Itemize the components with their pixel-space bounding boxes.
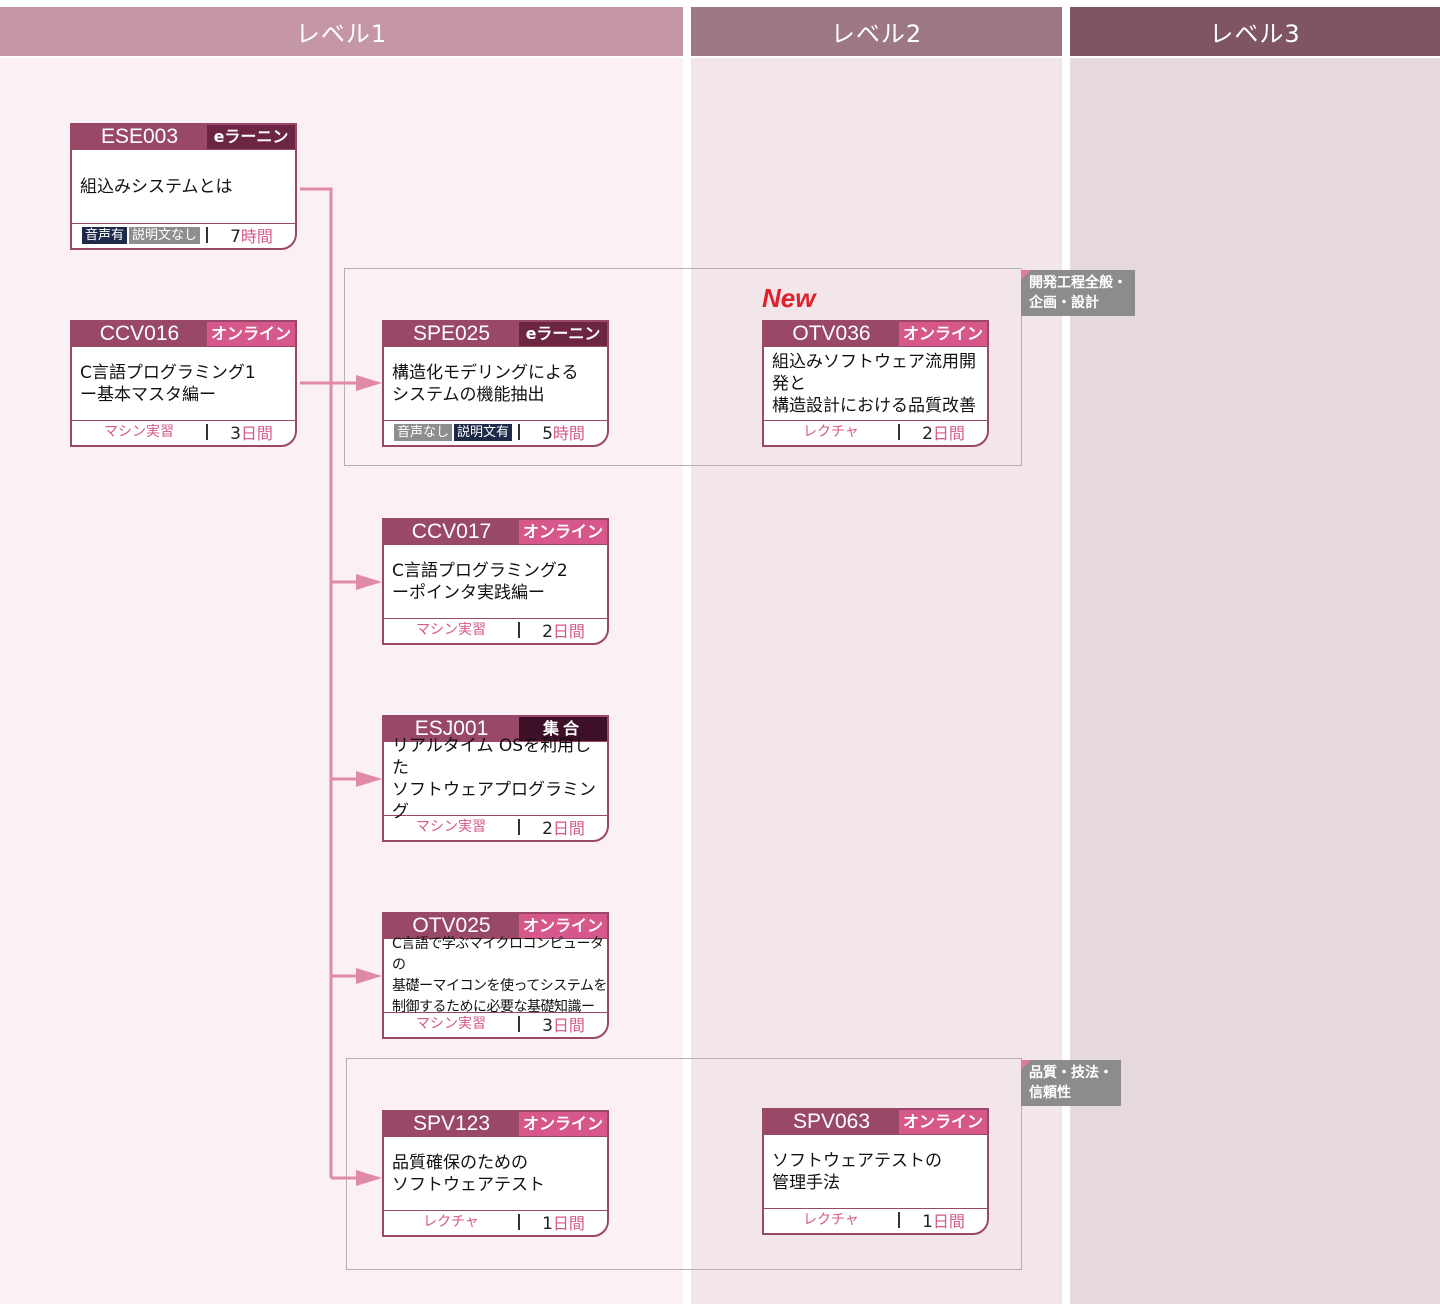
- course-format: オンライン: [899, 322, 987, 346]
- course-type: マシン実習: [72, 424, 208, 440]
- course-card-spv063[interactable]: SPV063 オンライン ソフトウェアテストの 管理手法 レクチャ 1日間: [762, 1108, 989, 1235]
- course-card-spv123[interactable]: SPV123 オンライン 品質確保のための ソフトウェアテスト レクチャ 1日間: [382, 1110, 609, 1237]
- course-title: ソフトウェアテストの 管理手法: [764, 1134, 987, 1209]
- course-code: SPV063: [764, 1110, 899, 1134]
- course-title: C言語プログラミング2 ーポインタ実践編ー: [384, 544, 607, 619]
- course-format: eラーニング: [207, 125, 295, 170]
- course-title-line1: 品質確保のための: [392, 1152, 528, 1173]
- course-type: マシン実習: [384, 1016, 520, 1032]
- course-card-spe025[interactable]: SPE025 eラーニング 構造化モデリングによる システムの機能抽出 音声なし 説明…: [382, 320, 609, 447]
- duration-value: 5: [542, 424, 553, 444]
- duration-unit: 日間: [552, 1016, 585, 1035]
- course-duration: 2日間: [520, 815, 607, 839]
- course-title-line1: 組込みソフトウェア流用開発と: [772, 351, 976, 394]
- arrowhead-otv025: [356, 968, 382, 984]
- course-format: オンライン: [207, 322, 295, 346]
- course-duration: 5時間: [520, 420, 607, 444]
- course-title: 組込みソフトウェア流用開発と 構造設計における品質改善: [764, 346, 987, 421]
- course-title-line1: C言語プログラミング1: [80, 362, 256, 383]
- course-title: C言語プログラミング1 ー基本マスタ編ー: [72, 346, 295, 421]
- duration-value: 2: [542, 819, 553, 839]
- course-code: CCV016: [72, 322, 207, 346]
- duration-value: 1: [922, 1212, 933, 1232]
- duration-value: 3: [230, 424, 241, 444]
- audio-info: 音声なし 説明文有: [384, 423, 518, 441]
- course-duration: 1日間: [520, 1210, 607, 1234]
- duration-value: 7: [230, 227, 241, 247]
- duration-unit: 日間: [932, 1212, 965, 1231]
- course-title-line1: 組込みシステムとは: [80, 176, 233, 197]
- course-title: 構造化モデリングによる システムの機能抽出: [384, 346, 607, 421]
- duration-value: 1: [542, 1214, 553, 1234]
- new-badge: New: [762, 283, 816, 313]
- duration-unit: 日間: [552, 622, 585, 641]
- duration-unit: 日間: [552, 1214, 585, 1233]
- course-format: オンライン: [519, 1112, 607, 1136]
- course-duration: 2日間: [900, 420, 987, 444]
- course-type: マシン実習: [384, 819, 520, 835]
- course-duration: 3日間: [520, 1012, 607, 1036]
- duration-unit: 日間: [240, 424, 273, 443]
- course-card-ese003[interactable]: ESE003 eラーニング 組込みシステムとは 音声有 説明文なし 7時間: [70, 123, 297, 250]
- course-title-line2: ーポインタ実践編ー: [392, 582, 545, 603]
- course-title-line1: 構造化モデリングによる: [392, 362, 579, 383]
- course-title: 品質確保のための ソフトウェアテスト: [384, 1136, 607, 1211]
- audio-tag: 音声なし: [394, 423, 453, 441]
- course-title-line2: 基礎ーマイコンを使ってシステムを: [392, 977, 607, 994]
- course-title-line2: 管理手法: [772, 1172, 840, 1193]
- course-title-line2: システムの機能抽出: [392, 384, 545, 405]
- duration-unit: 日間: [552, 819, 585, 838]
- course-title: C言語で学ぶマイクロコンピュータの 基礎ーマイコンを使ってシステムを 制御するために…: [384, 936, 607, 1015]
- course-format: オンライン: [519, 520, 607, 544]
- course-code: OTV036: [764, 322, 899, 346]
- course-title: リアルタイム OSを利用した ソフトウェアプログラミング: [384, 736, 607, 822]
- course-type: マシン実習: [384, 622, 520, 638]
- duration-value: 3: [542, 1016, 553, 1036]
- course-duration: 3日間: [208, 420, 295, 444]
- course-card-ccv017[interactable]: CCV017 オンライン C言語プログラミング2 ーポインタ実践編ー マシン実習 2日…: [382, 518, 609, 645]
- audio-tag: 音声有: [82, 226, 128, 244]
- duration-value: 2: [922, 424, 933, 444]
- course-format: eラーニング: [519, 322, 607, 367]
- duration-value: 2: [542, 622, 553, 642]
- connector-trunk: [300, 187, 333, 1178]
- course-duration: 7時間: [208, 223, 295, 247]
- duration-unit: 時間: [552, 424, 585, 443]
- arrowhead-spv123: [356, 1170, 382, 1186]
- course-title: 組込みシステムとは: [72, 149, 295, 224]
- course-title-line1: ソフトウェアテストの: [772, 1150, 942, 1171]
- arrowhead-spe025: [356, 375, 382, 391]
- course-title-line1: リアルタイム OSを利用した: [392, 735, 592, 778]
- course-type: レクチャ: [764, 424, 900, 440]
- course-code: SPE025: [384, 322, 519, 346]
- course-type: レクチャ: [384, 1214, 520, 1230]
- course-duration: 2日間: [520, 618, 607, 642]
- course-type: レクチャ: [764, 1212, 900, 1228]
- course-duration: 1日間: [900, 1208, 987, 1232]
- course-card-esj001[interactable]: ESJ001 集合 リアルタイム OSを利用した ソフトウェアプログラミング マシン…: [382, 715, 609, 842]
- course-card-otv036[interactable]: OTV036 オンライン 組込みソフトウェア流用開発と 構造設計における品質改善 レ…: [762, 320, 989, 447]
- course-code: SPV123: [384, 1112, 519, 1136]
- course-format: オンライン: [899, 1110, 987, 1134]
- course-card-ccv016[interactable]: CCV016 オンライン C言語プログラミング1 ー基本マスタ編ー マシン実習 3日間: [70, 320, 297, 447]
- course-code: ESE003: [72, 125, 207, 149]
- course-title-line2: ー基本マスタ編ー: [80, 384, 216, 405]
- course-title-line2: ソフトウェアテスト: [392, 1174, 545, 1195]
- arrowhead-esj001: [356, 771, 382, 787]
- course-title-line2: 構造設計における品質改善: [772, 395, 976, 416]
- course-title-line1: C言語で学ぶマイクロコンピュータの: [392, 935, 604, 973]
- course-code: CCV017: [384, 520, 519, 544]
- course-title-line1: C言語プログラミング2: [392, 560, 568, 581]
- course-card-otv025[interactable]: OTV025 オンライン C言語で学ぶマイクロコンピュータの 基礎ーマイコンを使って…: [382, 912, 609, 1039]
- arrowhead-ccv017: [356, 574, 382, 590]
- description-tag: 説明文有: [454, 423, 513, 441]
- duration-unit: 日間: [932, 424, 965, 443]
- audio-info: 音声有 説明文なし: [72, 226, 206, 244]
- description-tag: 説明文なし: [129, 226, 201, 244]
- duration-unit: 時間: [240, 227, 273, 246]
